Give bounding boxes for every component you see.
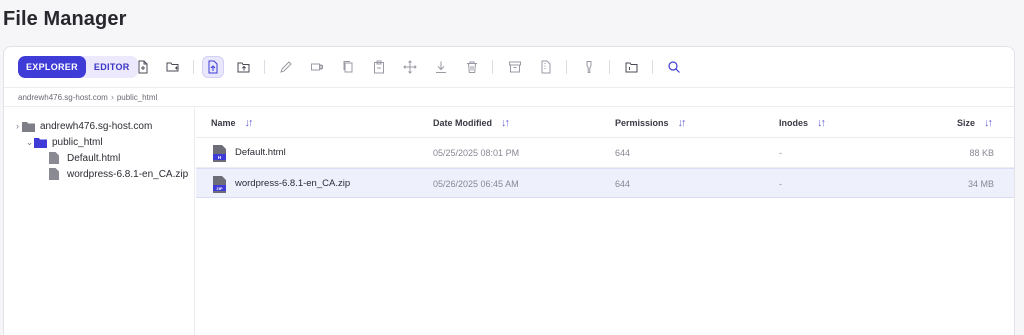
permissions: 644 (615, 179, 631, 189)
file-size: 34 MB (967, 179, 994, 189)
sort-icon: ↓↑ (677, 117, 687, 129)
breadcrumb-folder[interactable]: public_html (117, 88, 157, 107)
explorer-button[interactable]: EXPLORER (18, 56, 86, 78)
toolbar: EXPLORER EDITOR (4, 47, 1014, 87)
sort-icon: ↓↑ (501, 117, 510, 129)
chevron-down-icon[interactable]: ⌄ (25, 137, 34, 148)
file-manager-panel: EXPLORER EDITOR andrewh476.sg-host.com ›… (3, 46, 1015, 335)
new-folder-icon[interactable] (162, 56, 184, 78)
svg-text:ZIP: ZIP (216, 186, 223, 191)
tree-folder-label: public_html (52, 136, 103, 148)
delete-icon[interactable] (461, 56, 483, 78)
paste-icon[interactable] (368, 56, 390, 78)
page-title: File Manager (3, 8, 127, 30)
file-size: 88 KB (969, 148, 994, 158)
inodes: - (779, 179, 782, 189)
column-size[interactable]: Size ↓↑ (957, 117, 993, 129)
column-name[interactable]: Name ↓↑ (211, 117, 254, 129)
date-modified: 05/25/2025 08:01 PM (433, 148, 520, 158)
move-icon[interactable] (399, 56, 421, 78)
archive-icon[interactable] (504, 56, 526, 78)
upload-file-icon[interactable] (202, 56, 224, 78)
tree-file[interactable]: Default.html (49, 150, 120, 166)
folder-icon (34, 136, 48, 148)
upload-folder-icon[interactable] (233, 56, 255, 78)
sort-icon: ↓↑ (244, 117, 254, 129)
folder-tree: › andrewh476.sg-host.com ⌄ public_html D… (4, 107, 195, 335)
search-icon[interactable] (663, 56, 685, 78)
permissions: 644 (615, 148, 631, 158)
file-table: Name ↓↑ Date Modified ↓↑ Permissions ↓↑ Ino… (196, 107, 1014, 335)
zip-file-icon: ZIP (213, 175, 226, 193)
file-name: wordpress-6.8.1-en_CA.zip (235, 178, 351, 189)
extract-icon[interactable] (535, 56, 557, 78)
sort-icon: ↓↑ (817, 117, 826, 129)
file-name: Default.html (235, 147, 286, 158)
sort-icon: ↓↑ (984, 117, 993, 129)
table-row[interactable]: H Default.html 05/25/2025 08:01 PM 644 -… (196, 138, 1014, 168)
tree-file-label: wordpress-6.8.1-en_CA.zip (67, 168, 189, 180)
table-header: Name ↓↑ Date Modified ↓↑ Permissions ↓↑ Ino… (196, 107, 1014, 138)
inodes: - (779, 148, 782, 158)
svg-text:H: H (218, 155, 221, 160)
column-inodes[interactable]: Inodes ↓↑ (779, 117, 826, 129)
table-row[interactable]: ZIP wordpress-6.8.1-en_CA.zip 05/26/2025… (196, 168, 1014, 198)
html-file-icon: H (213, 144, 226, 162)
permissions-icon[interactable] (578, 56, 600, 78)
mode-toggle: EXPLORER EDITOR (18, 56, 138, 78)
chevron-right-icon[interactable]: › (13, 121, 22, 131)
tree-file-label: Default.html (67, 152, 121, 164)
breadcrumb: andrewh476.sg-host.com › public_html (4, 87, 1014, 107)
column-date-modified[interactable]: Date Modified ↓↑ (433, 117, 510, 129)
rename-icon[interactable] (275, 56, 297, 78)
file-icon (49, 168, 63, 180)
date-modified: 05/26/2025 06:45 AM (433, 179, 519, 189)
chevron-right-icon: › (110, 91, 114, 102)
file-icon (49, 152, 63, 164)
tree-file[interactable]: wordpress-6.8.1-en_CA.zip (49, 166, 188, 182)
breadcrumb-host[interactable]: andrewh476.sg-host.com (18, 88, 108, 107)
copy-icon[interactable] (337, 56, 359, 78)
column-permissions[interactable]: Permissions ↓↑ (615, 117, 687, 129)
tree-root-label: andrewh476.sg-host.com (40, 120, 153, 132)
tree-root[interactable]: › andrewh476.sg-host.com (13, 118, 152, 134)
tree-folder[interactable]: ⌄ public_html (25, 134, 103, 150)
new-file-icon[interactable] (132, 56, 154, 78)
folder-icon (22, 120, 36, 132)
download-icon[interactable] (430, 56, 452, 78)
copy-path-icon[interactable] (306, 56, 328, 78)
editor-button[interactable]: EDITOR (86, 56, 138, 78)
folder-info-icon[interactable] (621, 56, 643, 78)
